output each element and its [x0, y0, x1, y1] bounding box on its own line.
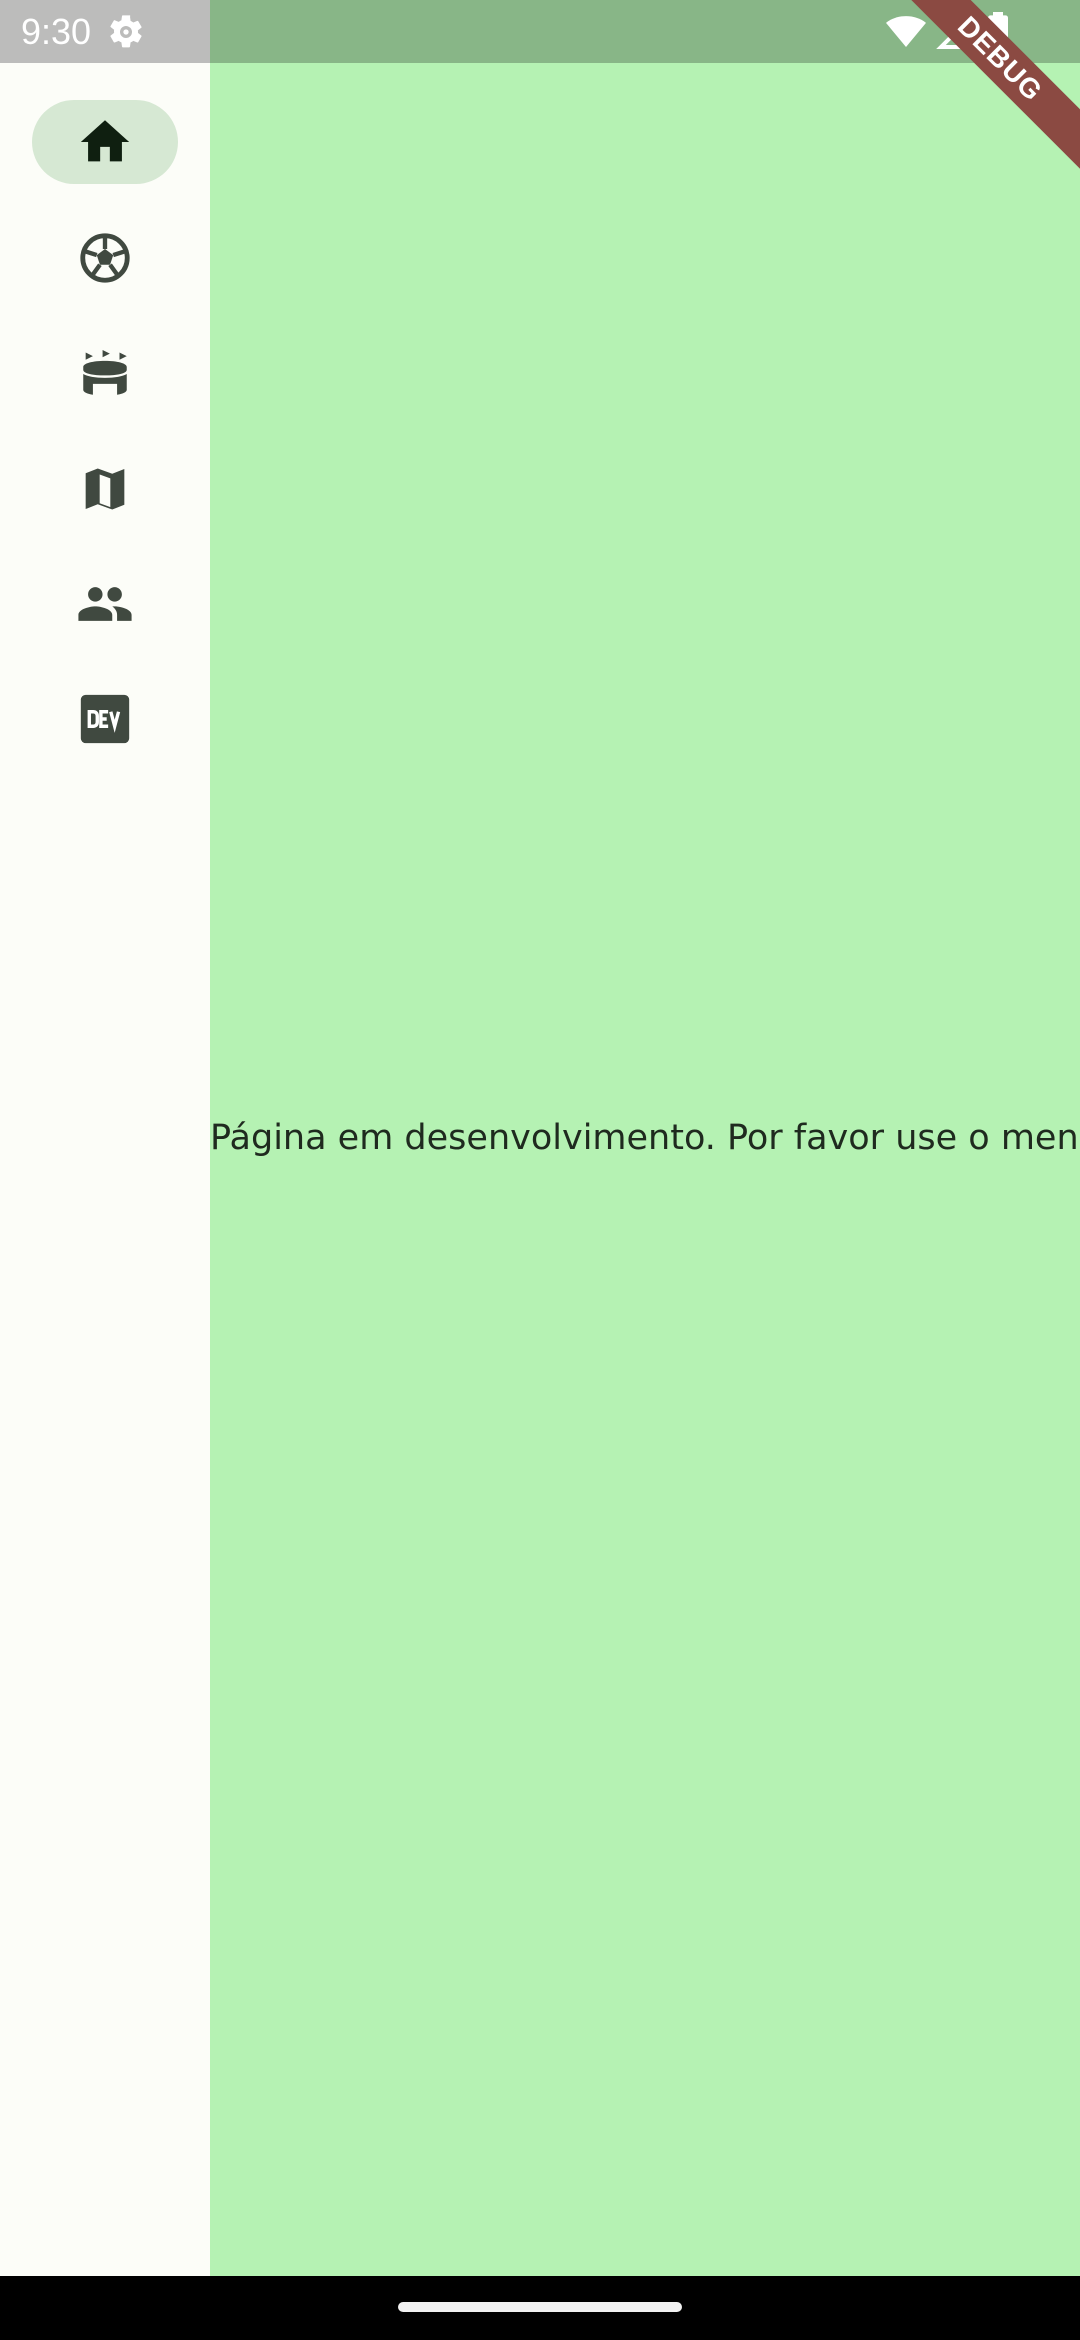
map-icon	[85, 468, 125, 510]
navigation-rail	[0, 0, 210, 2276]
settings-gear-icon	[110, 15, 142, 48]
system-navigation-bar	[0, 2276, 1080, 2340]
stadium-icon	[83, 350, 127, 395]
home-icon	[80, 120, 130, 162]
rail-item-football[interactable]	[32, 216, 178, 300]
rail-item-dev[interactable]	[32, 677, 178, 761]
status-time: 9:30	[21, 11, 92, 52]
dev-icon	[80, 694, 130, 744]
people-icon	[78, 587, 132, 621]
rail-item-home[interactable]	[32, 100, 178, 184]
wifi-icon	[886, 16, 926, 47]
soccer-ball-icon	[80, 233, 130, 283]
app-root: 9:30 DEBUG Página em desenvolvimento. Po…	[0, 0, 1080, 2340]
status-bar: 9:30	[0, 0, 1080, 63]
home-gesture-handle[interactable]	[398, 2302, 682, 2312]
rail-item-map[interactable]	[32, 447, 178, 531]
rail-item-people[interactable]	[32, 562, 178, 646]
rail-item-stadium[interactable]	[32, 331, 178, 415]
under-development-message: Página em desenvolvimento. Por favor use…	[210, 1118, 1080, 1158]
